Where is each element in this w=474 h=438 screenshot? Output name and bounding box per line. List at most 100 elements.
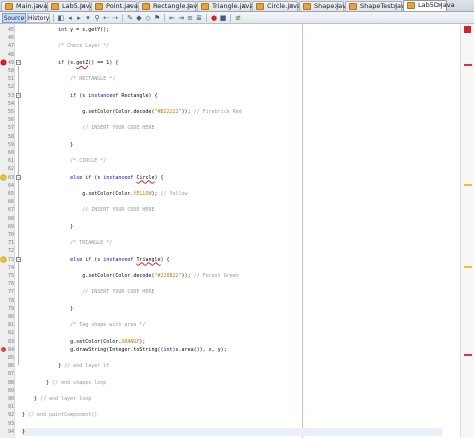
- toolbar-separator: [206, 14, 207, 22]
- code-line[interactable]: g.setColor(Color.YELLOW); // Yellow: [22, 190, 187, 198]
- java-file-icon: [142, 3, 150, 10]
- line-number: 55: [7, 109, 14, 115]
- code-line[interactable]: }: [22, 223, 73, 231]
- back-icon[interactable]: ◂: [66, 14, 74, 22]
- start-macro-icon[interactable]: ●: [210, 14, 218, 22]
- error-stripe-mark[interactable]: [464, 64, 472, 66]
- comment-icon[interactable]: ≡: [186, 14, 194, 22]
- editor-tab[interactable]: Point.java ×: [91, 1, 138, 11]
- history-dropdown-icon[interactable]: ▾: [84, 14, 92, 22]
- next-bookmark-icon[interactable]: ◇: [144, 14, 152, 22]
- toggle-bookmark-icon[interactable]: ⚑: [153, 14, 161, 22]
- find-previous-icon[interactable]: ⇠: [102, 14, 110, 22]
- editor-tab[interactable]: Rectangle.java ×: [138, 1, 201, 11]
- diff-icon[interactable]: ≢: [234, 14, 242, 22]
- find-next-icon[interactable]: ⇢: [111, 14, 119, 22]
- line-number: 51: [7, 76, 14, 83]
- fold-toggle-icon[interactable]: −: [16, 175, 21, 181]
- code-line[interactable]: } // end shapes loop: [22, 379, 106, 387]
- close-tab-icon[interactable]: ×: [127, 2, 133, 11]
- code-line[interactable]: g.drawString(Integer.toString((int)s.are…: [22, 346, 227, 354]
- code-line[interactable]: if (s.getZ() == 1) {: [22, 59, 118, 67]
- code-line[interactable]: if (s instanceof Rectangle) {: [22, 92, 157, 100]
- line-number: 90: [7, 396, 14, 402]
- close-tab-icon[interactable]: ×: [186, 2, 192, 11]
- warning-stripe-mark[interactable]: [464, 184, 472, 186]
- close-tab-icon[interactable]: ×: [241, 2, 247, 11]
- code-line[interactable]: g.setColor(Color.decode("#B22222")); // …: [22, 108, 242, 116]
- stop-macro-icon[interactable]: ■: [219, 14, 227, 22]
- code-line[interactable]: // INSERT YOUR CODE HERE: [22, 288, 154, 296]
- previous-bookmark-icon[interactable]: ◆: [135, 14, 143, 22]
- editor-tab-label: Circle.java: [267, 2, 301, 10]
- shift-right-icon[interactable]: ⇥: [177, 14, 185, 22]
- editor-tab[interactable]: Shape.java ×: [299, 1, 350, 11]
- close-tab-icon[interactable]: ×: [80, 2, 86, 11]
- error-status-icon[interactable]: [464, 26, 471, 33]
- editor-tab[interactable]: ShapeTest.java ×: [345, 1, 409, 11]
- editor-tab[interactable]: Lab5D.java ×: [403, 0, 455, 11]
- code-line[interactable]: int y = s.getY();: [22, 26, 109, 34]
- code-line[interactable]: /* RECTANGLE */: [22, 75, 115, 83]
- code-line[interactable]: else if (s instanceof Triangle) {: [22, 256, 169, 264]
- code-line[interactable]: else if (s instanceof Circle) {: [22, 174, 163, 182]
- line-number: 45: [7, 27, 14, 33]
- forward-icon[interactable]: ▸: [75, 14, 83, 22]
- code-line[interactable]: g.setColor(Color.decode("#228B22")); // …: [22, 272, 239, 280]
- fold-toggle-icon[interactable]: −: [16, 60, 21, 66]
- code-line[interactable]: } // end layer loop: [22, 395, 91, 403]
- code-line[interactable]: /* Tag shape with area */: [22, 321, 145, 329]
- code-line[interactable]: }: [22, 427, 442, 436]
- close-tab-icon[interactable]: ×: [36, 2, 42, 11]
- line-number: 71: [7, 240, 14, 247]
- line-number: 93: [7, 420, 14, 427]
- line-number: 68: [7, 215, 14, 222]
- editor-tab[interactable]: Lab5.java ×: [47, 1, 94, 11]
- toolbar-separator: [122, 14, 123, 22]
- search-icon[interactable]: ⚲: [93, 14, 101, 22]
- toolbar-separator: [53, 14, 54, 22]
- toolbar-separator: [164, 14, 165, 22]
- close-tab-icon[interactable]: ×: [437, 1, 443, 10]
- line-number: 79: [7, 305, 14, 312]
- close-tab-icon[interactable]: ×: [334, 2, 340, 11]
- code-line[interactable]: } // end paintComponent(): [22, 411, 97, 419]
- hint-bulb-icon[interactable]: [1, 257, 6, 263]
- code-line[interactable]: /* Check Layer */: [22, 42, 109, 50]
- source-view-button[interactable]: Source: [2, 13, 26, 23]
- line-number: 76: [7, 281, 14, 288]
- code-line[interactable]: }: [22, 305, 73, 313]
- code-editor[interactable]: int y = s.getY(); /* Check Layer */ if (…: [22, 24, 442, 438]
- toggle-highlight-icon[interactable]: ✎: [126, 14, 134, 22]
- editor-toolbar: Source History ◧ ◂ ▸ ▾ ⚲ ⇠ ⇢ ✎ ◆ ◇ ⚑ ⇤ ⇥…: [0, 12, 474, 24]
- line-number: 88: [7, 379, 14, 386]
- shift-left-icon[interactable]: ⇤: [168, 14, 176, 22]
- last-edit-icon[interactable]: ◧: [57, 14, 65, 22]
- fold-toggle-icon[interactable]: −: [16, 93, 21, 99]
- close-tab-icon[interactable]: ×: [288, 2, 294, 11]
- warning-stripe-mark[interactable]: [464, 266, 472, 268]
- code-line[interactable]: }: [22, 141, 73, 149]
- code-line[interactable]: g.setColor(Color.ORANGE);: [22, 338, 145, 346]
- history-view-button[interactable]: History: [27, 13, 50, 23]
- code-line[interactable]: /* TRIANGLE */: [22, 239, 112, 247]
- code-line[interactable]: // INSERT YOUR CODE HERE: [22, 124, 154, 132]
- line-number: 57: [7, 125, 14, 132]
- line-number: 64: [7, 182, 14, 189]
- fold-toggle-icon[interactable]: −: [16, 257, 21, 263]
- editor-tab[interactable]: Circle.java ×: [252, 1, 301, 11]
- line-number: 66: [7, 199, 14, 206]
- editor-tab[interactable]: Triangle.java ×: [197, 1, 253, 11]
- line-number: 72: [7, 248, 14, 255]
- code-line[interactable]: } // end layer if: [22, 362, 109, 370]
- close-tab-icon[interactable]: ×: [392, 2, 398, 11]
- error-stripe-mark[interactable]: [464, 354, 472, 356]
- line-number: 85: [7, 355, 14, 361]
- line-number: 65: [7, 191, 14, 197]
- code-line[interactable]: /* CIRCLE */: [22, 157, 106, 165]
- editor-tab[interactable]: Main.java ×: [1, 1, 47, 11]
- line-number-gutter: 45 46 47 48 49 50 51 52 53 54 55 56 57 58 59 60 61 62 63 64…: [0, 24, 15, 438]
- code-line[interactable]: // INSERT YOUR CODE HERE: [22, 206, 154, 214]
- hint-bulb-icon[interactable]: [1, 175, 6, 181]
- uncomment-icon[interactable]: ≣: [195, 14, 203, 22]
